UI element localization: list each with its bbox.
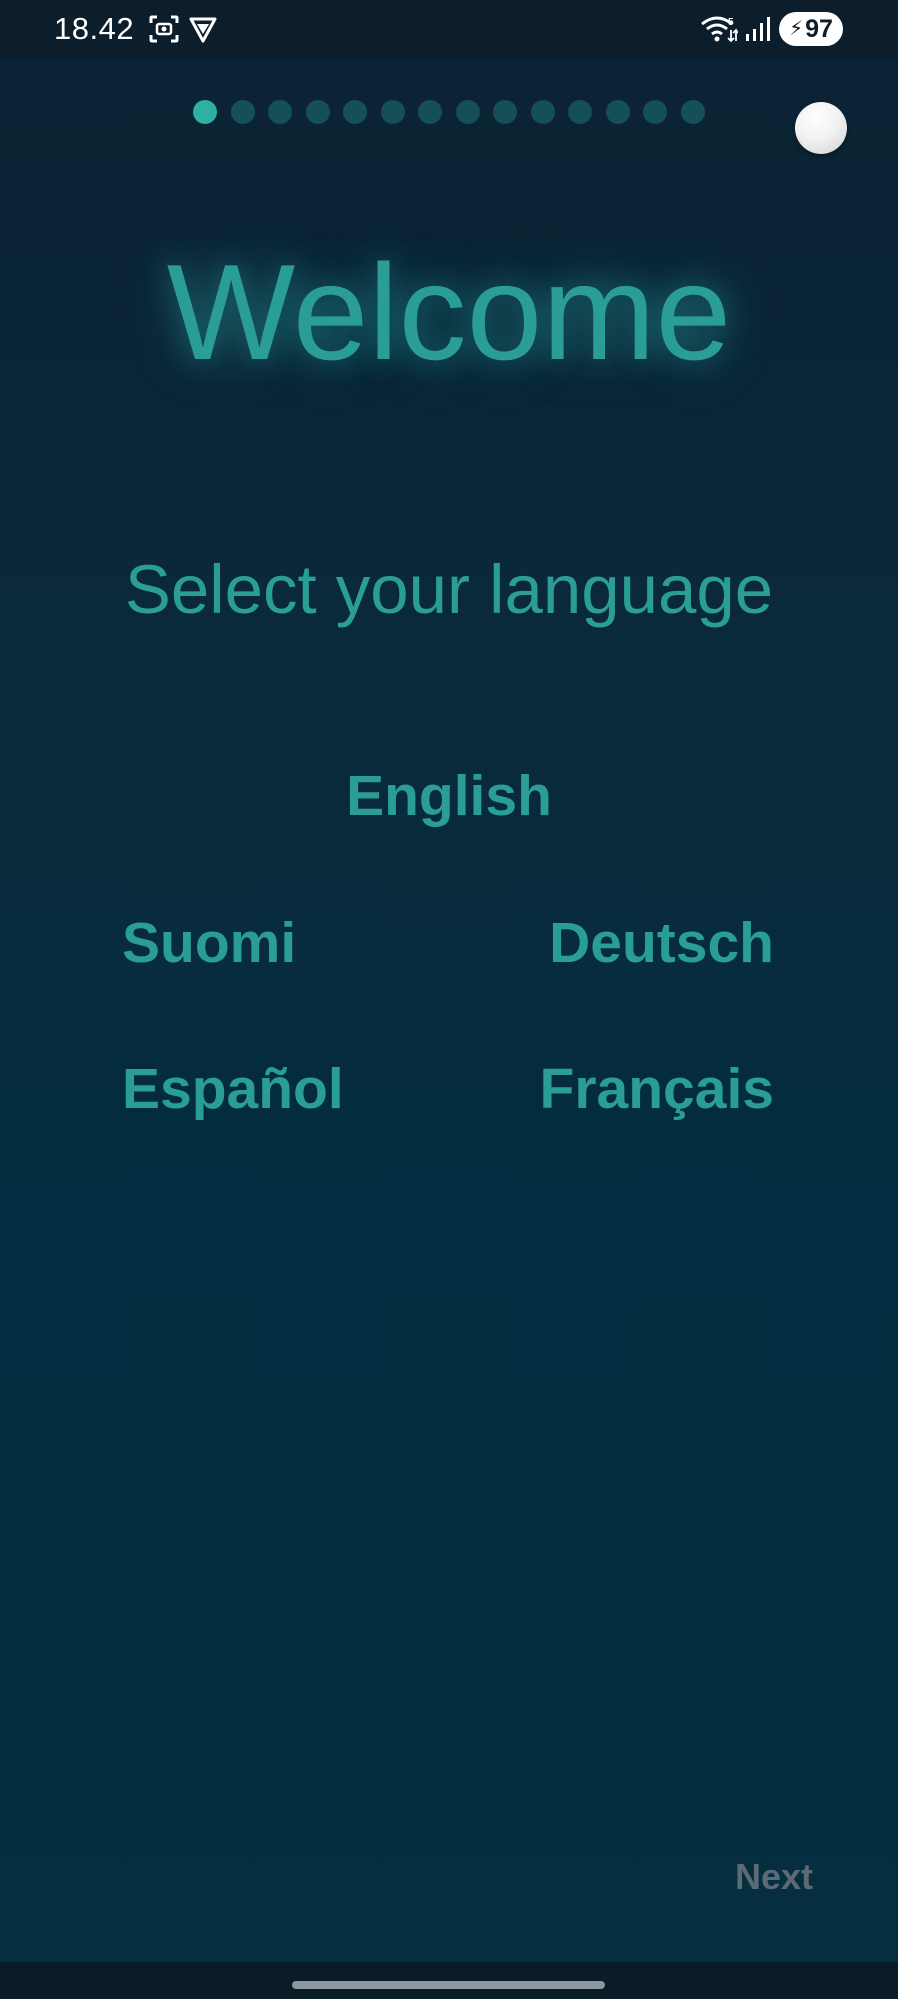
progress-dot-active: [193, 100, 217, 124]
language-option-suomi[interactable]: Suomi: [122, 912, 296, 975]
progress-dot: [305, 100, 330, 124]
progress-dot: [530, 100, 555, 124]
language-option-espanol[interactable]: Español: [122, 1058, 344, 1121]
progress-dot: [568, 100, 592, 124]
screenshot-icon: [149, 15, 179, 43]
battery-charging-icon: ⚡: [789, 18, 804, 40]
progress-dot: [605, 100, 630, 124]
progress-dot: [493, 100, 517, 124]
welcome-title: Welcome: [166, 236, 732, 388]
home-indicator[interactable]: [292, 1981, 605, 1989]
shield-icon: [189, 17, 217, 43]
next-button[interactable]: Next: [735, 1856, 813, 1898]
battery-level: 97: [805, 14, 833, 43]
progress-dot: [418, 100, 442, 124]
language-option-deutsch[interactable]: Deutsch: [549, 912, 774, 975]
progress-dot: [680, 100, 705, 124]
battery-indicator: ⚡ 97: [779, 12, 843, 46]
status-bar: 18.42 5 ⚡ 97: [0, 0, 898, 58]
wifi-icon: 5: [701, 16, 738, 43]
onboarding-progress-dots: [193, 100, 705, 124]
progress-dot: [268, 100, 292, 124]
cellular-signal-icon: [746, 17, 770, 41]
language-option-english[interactable]: English: [0, 765, 898, 828]
progress-dot: [455, 100, 480, 124]
progress-dot: [643, 100, 667, 124]
svg-text:5: 5: [728, 17, 734, 28]
progress-dot: [343, 100, 367, 124]
progress-dot: [230, 100, 255, 124]
language-option-francais[interactable]: Français: [540, 1058, 774, 1121]
toggle-button[interactable]: [795, 102, 847, 154]
progress-dot: [380, 100, 405, 124]
select-language-subtitle: Select your language: [124, 551, 774, 628]
status-time: 18.42: [54, 11, 135, 46]
